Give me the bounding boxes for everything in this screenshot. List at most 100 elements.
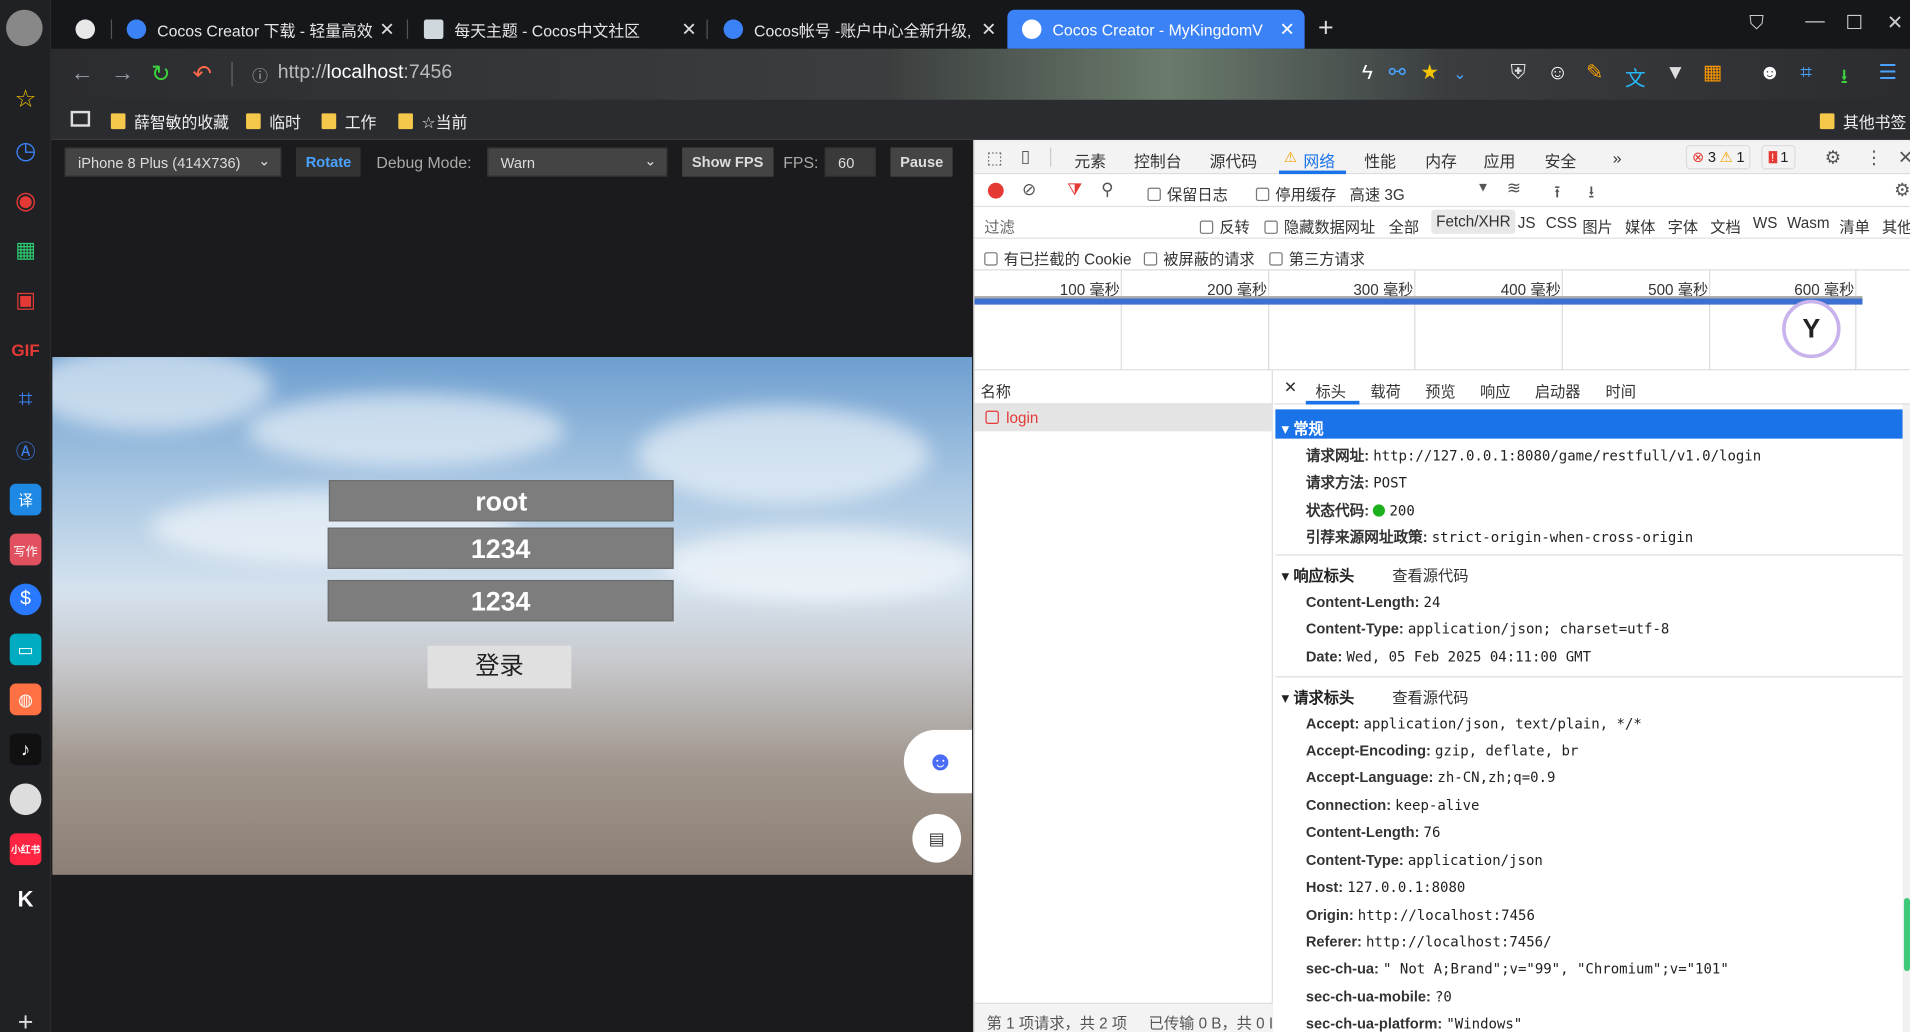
grid-ext-icon[interactable]: ▦ [1703,61,1723,85]
dollar-icon[interactable]: $ [9,583,42,616]
blocked-cookies-checkbox[interactable]: 有已拦截的 Cookie [984,246,1131,269]
chevron-down-icon[interactable]: ▼ [1476,180,1489,195]
filter-type-other[interactable]: 其他 [1882,214,1910,237]
third-party-checkbox[interactable]: 第三方请求 [1269,246,1365,269]
device-toolbar-icon[interactable]: ▯ [1021,146,1030,167]
tab-elements[interactable]: 元素 [1074,149,1106,172]
tab-memory[interactable]: 内存 [1425,149,1457,172]
robot-ext-icon[interactable]: ☻ [1759,61,1781,85]
close-icon[interactable]: ✕ [379,18,394,40]
fps-input[interactable]: 60 [824,147,876,177]
checkbox[interactable] [984,252,998,266]
blocked-requests-checkbox[interactable]: 被屏蔽的请求 [1143,246,1255,269]
close-icon[interactable]: ✕ [681,18,696,40]
scrollbar-thumb[interactable] [1903,897,1910,972]
device-select[interactable]: iPhone 8 Plus (414X736) ⌄ [64,147,282,177]
filter-type-font[interactable]: 字体 [1668,214,1698,237]
maximize-icon[interactable]: ☐ [1845,11,1862,35]
pdf-icon[interactable]: ▣ [10,284,42,316]
checkbox[interactable] [1143,252,1158,266]
search-icon[interactable]: ⚲ [1101,179,1114,200]
password-field[interactable]: 1234 [327,527,674,570]
tab-3[interactable]: Cocos帐号 -账户中心全新升级, ✕ [709,10,1006,49]
k-icon[interactable]: K [10,883,42,915]
crop-icon[interactable]: ⌗ [10,384,42,416]
share-icon[interactable]: ⚯ [1389,61,1406,85]
tab-headers[interactable]: 标头 [1316,379,1346,402]
tab-sources[interactable]: 源代码 [1210,149,1258,172]
close-devtools-icon[interactable]: ✕ [1898,146,1910,168]
filter-type-all[interactable]: 全部 [1389,214,1419,237]
download-icon[interactable]: ⭳ [1841,61,1848,96]
assistant-robot-button[interactable]: ☻ [903,729,973,794]
profile-avatar[interactable] [6,9,43,47]
tab-1[interactable]: Cocos Creator 下载 - 轻量高效 ✕ [112,10,404,49]
throttle-select[interactable]: 高速 3G [1350,182,1405,205]
ocr-icon[interactable]: Ⓐ [10,434,42,466]
show-fps-button[interactable]: Show FPS [682,147,774,177]
crop-ext-icon[interactable]: ⌗ [1800,61,1812,85]
checkbox[interactable] [1255,187,1270,202]
bookmark-folder[interactable]: 临时 [246,110,301,133]
chevron-down-icon[interactable]: ⌄ [1453,65,1466,84]
invert-checkbox[interactable]: 反转 [1199,214,1250,237]
filter-input[interactable]: 过滤 [979,212,1185,236]
request-headers-section[interactable]: ▾ 请求标头 查看源代码 [1275,685,1904,708]
sidebar-toggle-icon[interactable] [70,110,91,127]
tab-preview[interactable]: 预览 [1425,379,1455,402]
request-row[interactable]: login [974,404,1273,432]
avatar-icon[interactable] [9,783,42,816]
close-icon[interactable]: ✕ [1280,18,1295,40]
menu-icon[interactable]: ☰ [1878,61,1897,85]
inspect-icon[interactable]: ⬚ [987,147,1003,168]
general-section-header[interactable]: ▾ 常规 [1275,409,1903,439]
gif-icon[interactable]: GIF [10,334,42,366]
history-icon[interactable]: ◷ [10,134,42,166]
issues-counter[interactable]: ! 1 [1761,144,1796,170]
tab-timing[interactable]: 时间 [1605,379,1635,402]
wifi-settings-icon[interactable]: ≋ [1507,178,1521,199]
filter-type-ws[interactable]: WS [1753,214,1778,231]
window-close-icon[interactable]: ✕ [1887,11,1903,35]
filter-type-fetch-xhr[interactable]: Fetch/XHR [1431,209,1516,234]
checkbox[interactable] [1264,220,1278,234]
bolt-icon[interactable]: ϟ [1362,61,1373,85]
bookmark-folder[interactable]: ☆当前 [398,110,467,133]
back-icon[interactable]: ← [71,61,94,88]
tab-console[interactable]: 控制台 [1134,149,1182,172]
tab-active[interactable]: Cocos Creator - MyKingdomV ✕ [1007,9,1305,49]
shield-icon[interactable]: ⛨ [1510,61,1526,85]
game-icon[interactable]: ◍ [9,683,42,716]
filter-type-img[interactable]: 图片 [1582,214,1612,237]
username-field[interactable]: root [328,480,674,522]
translate-icon[interactable]: 译 [9,483,42,516]
debug-mode-select[interactable]: Warn ⌄ [487,147,668,177]
filter-type-css[interactable]: CSS [1546,214,1577,231]
apps-grid-icon[interactable]: ▦ [10,234,42,266]
response-headers-section[interactable]: ▾ 响应标头 查看源代码 [1275,563,1904,586]
hide-data-urls-checkbox[interactable]: 隐藏数据网址 [1264,214,1375,237]
tab-application[interactable]: 应用 [1484,149,1516,172]
reload-icon[interactable]: ↻ [151,61,170,89]
preserve-log-checkbox[interactable]: 保留日志 [1147,182,1228,205]
game-canvas[interactable]: root 1234 1234 登录 ☻ ▤ [52,356,973,875]
filter-type-manifest[interactable]: 清单 [1839,214,1869,237]
clear-icon[interactable]: ⊘ [1022,179,1036,200]
add-icon[interactable]: + [10,1006,42,1032]
checkbox[interactable] [1147,187,1161,202]
floating-assistant-icon[interactable]: Y [1782,299,1841,359]
notes-button[interactable]: ▤ [912,813,962,863]
tab-performance[interactable]: 性能 [1364,149,1396,172]
upload-icon[interactable]: ⭱ [1554,179,1560,208]
close-icon[interactable]: ✕ [981,18,996,40]
close-detail-icon[interactable]: ✕ [1284,378,1297,397]
scrollbar[interactable] [1902,404,1910,1032]
tab-network[interactable]: 网络 [1303,149,1335,172]
filter-icon[interactable]: ⧩ [1067,179,1082,200]
star-icon[interactable]: ☆ [10,83,42,115]
tab-payload[interactable]: 载荷 [1370,379,1400,402]
name-column-header[interactable]: 名称 [981,379,1011,402]
bookmark-star-icon[interactable]: ★ [1420,61,1439,85]
undo-icon[interactable]: ↶ [192,61,211,89]
checkbox[interactable] [1199,220,1214,234]
